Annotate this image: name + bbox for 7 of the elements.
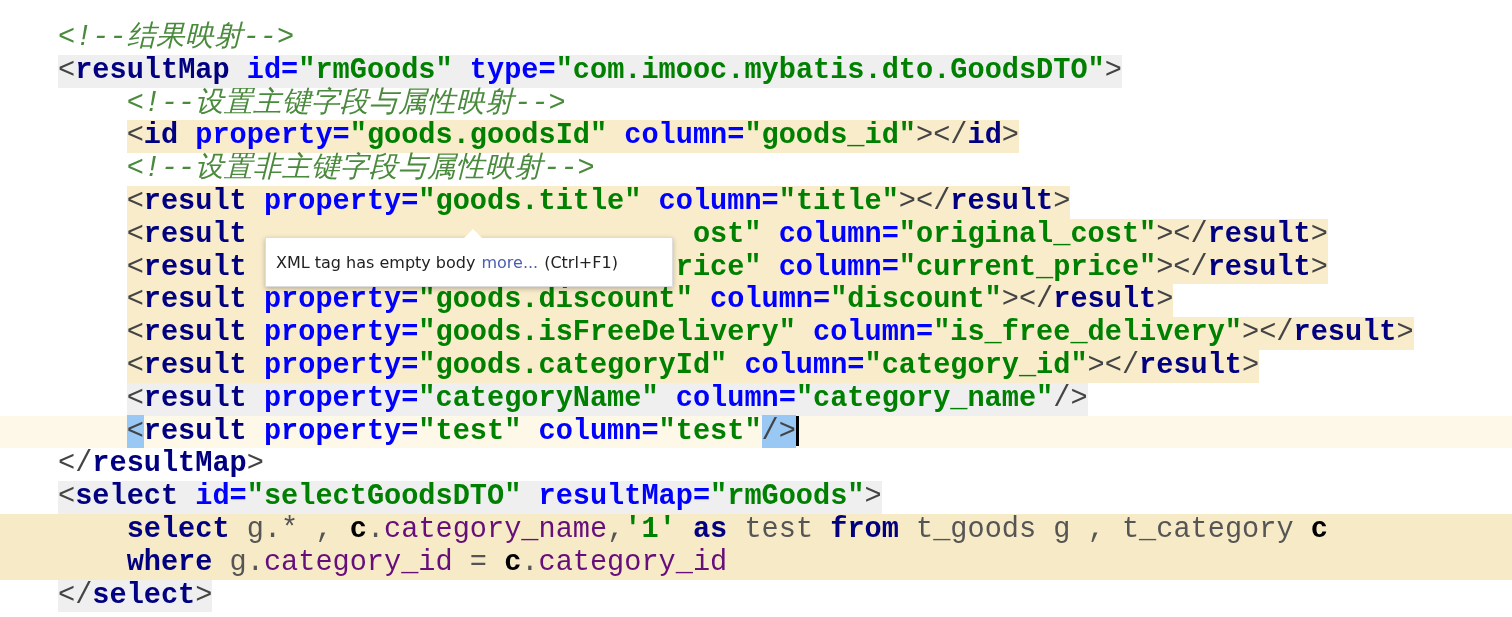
code-line: <!--结果映射-->	[58, 22, 295, 55]
shortcut-hint: (Ctrl+F1)	[544, 252, 618, 272]
tooltip-message: XML tag has empty body	[276, 252, 476, 272]
code-line: <!--设置非主键字段与属性映射-->	[126, 153, 595, 186]
more-link[interactable]: more...	[481, 252, 539, 272]
code-line: <!--设置主键字段与属性映射-->	[126, 87, 566, 121]
code-line: </resultMap>	[58, 448, 264, 482]
